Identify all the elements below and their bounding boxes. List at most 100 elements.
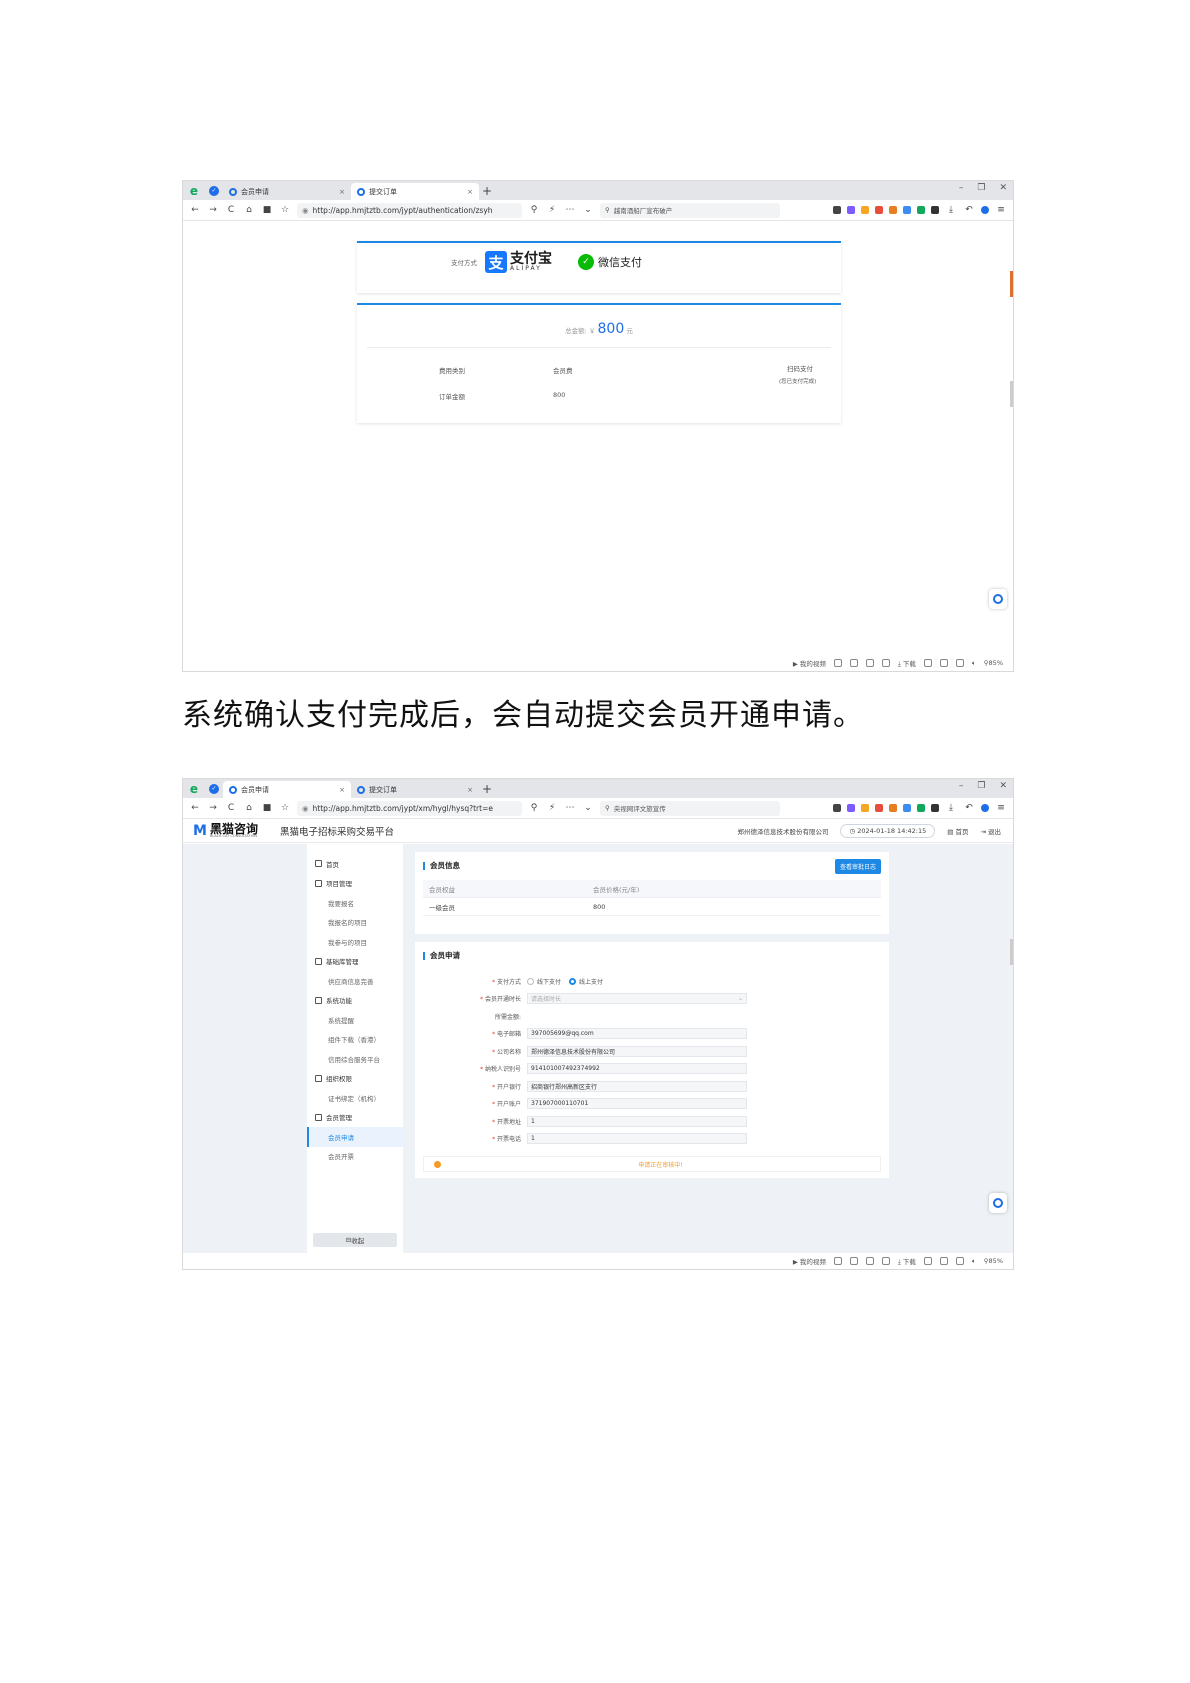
chat-icon[interactable] <box>865 659 874 667</box>
shield-status-icon[interactable] <box>833 1257 842 1265</box>
back-icon[interactable]: ← <box>189 205 201 215</box>
puzzle-icon[interactable] <box>931 804 939 812</box>
tab-submit-order[interactable]: 提交订单 × <box>351 781 479 798</box>
sidebar-item[interactable]: 我参与的项目 <box>307 932 403 952</box>
sidebar-item[interactable]: 会员申请 <box>307 1127 403 1147</box>
favorites-icon[interactable]: ☆ <box>279 205 291 215</box>
window-icon[interactable] <box>955 659 964 667</box>
sidebar-item[interactable]: 我报名的项目 <box>307 913 403 933</box>
sidebar-item[interactable]: 我要报名 <box>307 893 403 913</box>
more-icon[interactable]: ⋯ <box>564 205 576 215</box>
mail-icon[interactable] <box>903 804 911 812</box>
tab-member-apply[interactable]: 会员申请 × <box>223 781 351 798</box>
sidebar-item[interactable]: 会员开票 <box>307 1147 403 1167</box>
dropdown-icon[interactable]: ⌄ <box>582 803 594 813</box>
collapse-button[interactable]: ⊟ 收起 <box>313 1233 397 1247</box>
browser-account-icon[interactable] <box>981 206 989 214</box>
undo-icon[interactable]: ↶ <box>963 803 975 813</box>
sidebar-item[interactable]: 首页 <box>307 854 403 874</box>
shield-status-icon[interactable] <box>833 659 842 667</box>
forward-icon[interactable]: → <box>207 803 219 813</box>
flash-icon[interactable]: ⚡ <box>546 803 558 813</box>
extension-purple-icon[interactable] <box>847 804 855 812</box>
form-input[interactable]: 招商银行郑州高新区支行 <box>527 1080 747 1092</box>
alipay-option[interactable]: 支 支付宝 ALIPAY <box>485 251 552 273</box>
extension-orange-icon[interactable] <box>861 206 869 214</box>
minimize-icon[interactable]: – <box>959 183 964 193</box>
extension-icon[interactable]: ■ <box>261 205 273 215</box>
form-input[interactable]: 郑州德泽信息技术股份有限公司 <box>527 1045 747 1057</box>
translate-icon[interactable] <box>923 659 932 667</box>
extension-red-icon[interactable] <box>875 206 883 214</box>
address-bar[interactable]: ◉ http://app.hmjtztb.com/jypt/authentica… <box>297 202 522 218</box>
close-icon[interactable]: × <box>467 786 473 794</box>
image-icon[interactable] <box>849 659 858 667</box>
close-icon[interactable]: × <box>467 188 473 196</box>
sidebar-item[interactable]: 会员管理 <box>307 1108 403 1128</box>
chat-icon[interactable] <box>865 1257 874 1265</box>
volume-icon[interactable]: 🔈︎ <box>972 659 976 668</box>
translate-icon[interactable] <box>923 1257 932 1265</box>
forward-icon[interactable]: → <box>207 205 219 215</box>
minimize-icon[interactable]: – <box>959 781 964 791</box>
assistant-float-button[interactable] <box>989 1193 1007 1213</box>
sidebar-item[interactable]: 供应商信息完善 <box>307 971 403 991</box>
tab-member-apply[interactable]: 会员申请 × <box>223 183 351 200</box>
home-link[interactable]: ▤ 首页 <box>947 826 968 836</box>
zoom-level[interactable]: ⚲85% <box>984 1257 1003 1265</box>
video-button[interactable]: ▶ 我的视频 <box>793 1256 826 1266</box>
sidebar-item[interactable]: 证书绑定（机构） <box>307 1088 403 1108</box>
address-bar[interactable]: ◉ http://app.hmjtztb.com/jypt/xm/hygl/hy… <box>297 800 522 816</box>
extension-green-icon[interactable] <box>917 804 925 812</box>
download-icon[interactable]: ⤓ <box>945 803 957 813</box>
search-input[interactable]: ⚲ 央视网评文旅宣传 <box>600 800 780 816</box>
scrollbar-mark[interactable] <box>1010 939 1013 965</box>
restore-icon[interactable]: ❐ <box>977 781 985 791</box>
search-input[interactable]: ⚲ 越南酒船厂宣布破产 <box>600 202 780 218</box>
screenshot-icon[interactable] <box>939 659 948 667</box>
extension-green-icon[interactable] <box>917 206 925 214</box>
back-icon[interactable]: ← <box>189 803 201 813</box>
speed-icon[interactable] <box>881 659 890 667</box>
favorites-icon[interactable]: ☆ <box>279 803 291 813</box>
menu-icon[interactable]: ≡ <box>995 803 1007 813</box>
screenshot-icon[interactable] <box>939 1257 948 1265</box>
refresh-icon[interactable]: C <box>225 205 237 215</box>
assistant-float-button[interactable] <box>989 589 1007 609</box>
puzzle-icon[interactable] <box>931 206 939 214</box>
flash-icon[interactable]: ⚡ <box>546 205 558 215</box>
view-approval-log-button[interactable]: 查看审批日志 <box>834 859 881 874</box>
browser-account-icon[interactable] <box>981 804 989 812</box>
form-input[interactable]: 914101007492374992 <box>527 1063 747 1074</box>
weibo-icon[interactable] <box>889 804 897 812</box>
home-icon[interactable]: ⌂ <box>243 205 255 215</box>
zoom-icon[interactable]: ⚲ <box>528 205 540 215</box>
scissors-icon[interactable] <box>833 804 841 812</box>
new-tab-button[interactable]: + <box>479 781 495 798</box>
window-icon[interactable] <box>955 1257 964 1265</box>
speed-icon[interactable] <box>881 1257 890 1265</box>
volume-icon[interactable]: 🔈︎ <box>972 1257 976 1266</box>
shield-icon[interactable]: ✓ <box>205 779 223 798</box>
sidebar-item[interactable]: 项目管理 <box>307 874 403 894</box>
logout-link[interactable]: ⇥ 退出 <box>980 826 1001 836</box>
wechat-pay-option[interactable]: ✓ 微信支付 <box>578 254 642 270</box>
tab-submit-order[interactable]: 提交订单 × <box>351 183 479 200</box>
form-input[interactable]: 371907000110701 <box>527 1098 747 1109</box>
shield-icon[interactable]: ✓ <box>205 181 223 200</box>
sidebar-item[interactable]: 组件下载（香港） <box>307 1030 403 1050</box>
form-input[interactable]: 1 <box>527 1133 747 1144</box>
zoom-icon[interactable]: ⚲ <box>528 803 540 813</box>
extension-orange-icon[interactable] <box>861 804 869 812</box>
extension-red-icon[interactable] <box>875 804 883 812</box>
weibo-icon[interactable] <box>889 206 897 214</box>
extension-purple-icon[interactable] <box>847 206 855 214</box>
mail-icon[interactable] <box>903 206 911 214</box>
sidebar-item[interactable]: 系统功能 <box>307 991 403 1011</box>
form-input[interactable]: 397005699@qq.com <box>527 1028 747 1039</box>
home-icon[interactable]: ⌂ <box>243 803 255 813</box>
download-icon[interactable]: ⤓ <box>945 205 957 215</box>
image-icon[interactable] <box>849 1257 858 1265</box>
sidebar-item[interactable]: 组织权限 <box>307 1069 403 1089</box>
close-icon[interactable]: × <box>339 786 345 794</box>
